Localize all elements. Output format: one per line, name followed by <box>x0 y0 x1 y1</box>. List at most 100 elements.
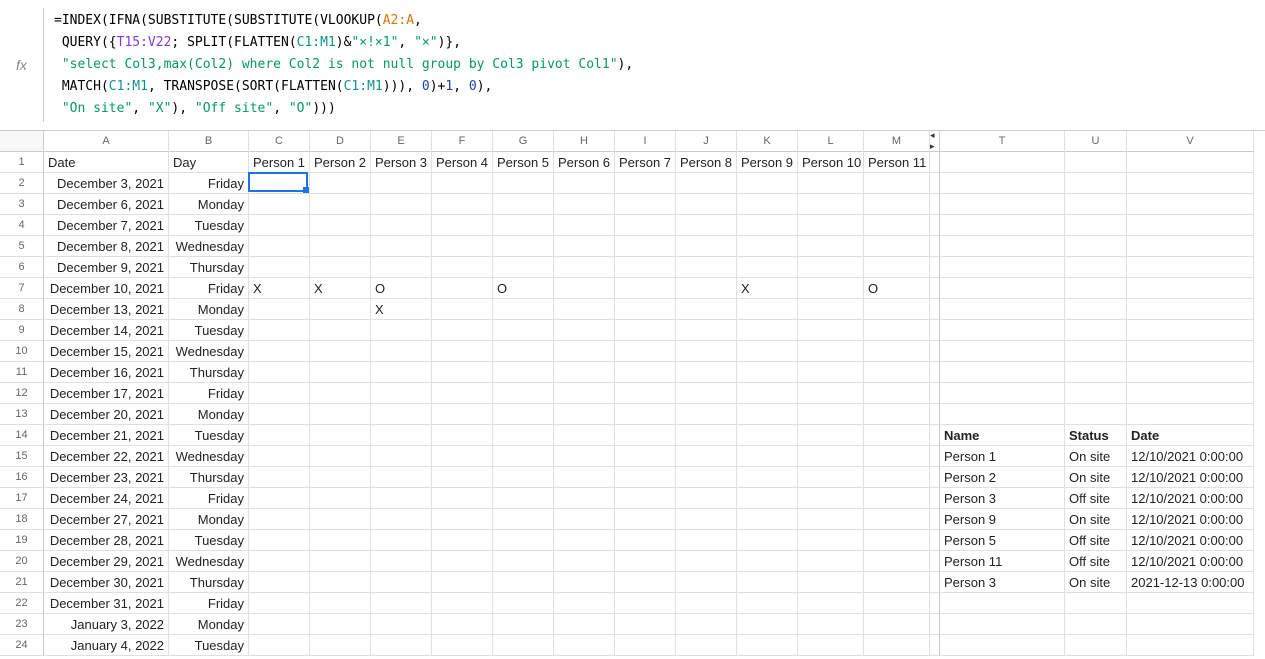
cell[interactable] <box>432 278 493 299</box>
cell[interactable] <box>249 404 310 425</box>
cell[interactable]: Person 3 <box>371 152 432 173</box>
cell[interactable]: Monday <box>169 509 249 530</box>
cell[interactable] <box>493 488 554 509</box>
row-header-4[interactable]: 4 <box>0 215 44 236</box>
cell[interactable] <box>432 320 493 341</box>
cell[interactable] <box>371 383 432 404</box>
cell[interactable] <box>864 509 930 530</box>
cell[interactable] <box>493 215 554 236</box>
cell[interactable] <box>615 509 676 530</box>
cell[interactable] <box>554 236 615 257</box>
cell[interactable] <box>1065 299 1127 320</box>
cell[interactable] <box>1127 635 1254 656</box>
cell[interactable]: December 22, 2021 <box>44 446 169 467</box>
cell[interactable] <box>249 635 310 656</box>
row-header-21[interactable]: 21 <box>0 572 44 593</box>
cell[interactable]: Date <box>44 152 169 173</box>
cell[interactable] <box>249 551 310 572</box>
cell[interactable] <box>940 173 1065 194</box>
cell[interactable]: 12/10/2021 0:00:00 <box>1127 509 1254 530</box>
cell[interactable]: On site <box>1065 572 1127 593</box>
cell[interactable]: 12/10/2021 0:00:00 <box>1127 488 1254 509</box>
cell[interactable] <box>493 383 554 404</box>
row-header-11[interactable]: 11 <box>0 362 44 383</box>
cell[interactable] <box>798 572 864 593</box>
cell[interactable]: 2021-12-13 0:00:00 <box>1127 572 1254 593</box>
cell[interactable] <box>493 236 554 257</box>
cell[interactable] <box>864 236 930 257</box>
cell[interactable] <box>371 467 432 488</box>
cell[interactable] <box>737 467 798 488</box>
cell[interactable] <box>371 530 432 551</box>
cell[interactable] <box>310 215 371 236</box>
cell[interactable] <box>432 467 493 488</box>
cell[interactable] <box>432 215 493 236</box>
cell[interactable] <box>371 425 432 446</box>
cell[interactable]: December 13, 2021 <box>44 299 169 320</box>
cell[interactable] <box>1127 341 1254 362</box>
cell[interactable] <box>432 635 493 656</box>
cell[interactable] <box>798 425 864 446</box>
cell[interactable]: Friday <box>169 278 249 299</box>
cell[interactable]: Wednesday <box>169 236 249 257</box>
cell[interactable] <box>371 215 432 236</box>
col-header-U[interactable]: U <box>1065 131 1127 152</box>
cell[interactable] <box>249 425 310 446</box>
cell[interactable] <box>940 593 1065 614</box>
cell[interactable] <box>1065 362 1127 383</box>
cell[interactable] <box>737 635 798 656</box>
cell[interactable] <box>676 404 737 425</box>
cell[interactable] <box>676 593 737 614</box>
cell[interactable] <box>371 509 432 530</box>
cell[interactable]: Wednesday <box>169 446 249 467</box>
cell[interactable] <box>493 530 554 551</box>
cell[interactable]: Day <box>169 152 249 173</box>
cell[interactable] <box>737 572 798 593</box>
cell[interactable]: Person 4 <box>432 152 493 173</box>
cell[interactable]: Friday <box>169 593 249 614</box>
cell[interactable] <box>432 614 493 635</box>
cell[interactable] <box>1065 236 1127 257</box>
cell[interactable] <box>554 446 615 467</box>
cell[interactable] <box>249 236 310 257</box>
cell[interactable] <box>310 509 371 530</box>
cell[interactable] <box>615 425 676 446</box>
cell[interactable] <box>432 488 493 509</box>
cell[interactable] <box>615 551 676 572</box>
cell[interactable] <box>249 320 310 341</box>
cell[interactable] <box>371 236 432 257</box>
cell[interactable]: 12/10/2021 0:00:00 <box>1127 551 1254 572</box>
cell[interactable] <box>310 404 371 425</box>
cell[interactable]: 12/10/2021 0:00:00 <box>1127 467 1254 488</box>
cell[interactable] <box>798 215 864 236</box>
cell[interactable] <box>940 320 1065 341</box>
cell[interactable] <box>615 320 676 341</box>
cell[interactable] <box>310 299 371 320</box>
cell[interactable] <box>798 635 864 656</box>
cell[interactable] <box>737 299 798 320</box>
cell[interactable] <box>432 362 493 383</box>
row-header-7[interactable]: 7 <box>0 278 44 299</box>
cell[interactable] <box>493 509 554 530</box>
cell[interactable] <box>615 362 676 383</box>
cell[interactable] <box>432 341 493 362</box>
cell[interactable] <box>676 446 737 467</box>
cell[interactable] <box>554 467 615 488</box>
cell[interactable] <box>493 362 554 383</box>
cell[interactable] <box>554 320 615 341</box>
cell[interactable] <box>310 362 371 383</box>
cell[interactable] <box>798 509 864 530</box>
cell[interactable] <box>1065 383 1127 404</box>
cell[interactable]: Friday <box>169 383 249 404</box>
cell[interactable] <box>737 509 798 530</box>
cell[interactable] <box>737 551 798 572</box>
cell[interactable] <box>798 404 864 425</box>
cell[interactable] <box>940 383 1065 404</box>
cell[interactable] <box>737 488 798 509</box>
cell[interactable] <box>554 509 615 530</box>
cell[interactable]: Person 6 <box>554 152 615 173</box>
cell[interactable] <box>940 215 1065 236</box>
cell[interactable]: Person 9 <box>940 509 1065 530</box>
cell[interactable] <box>371 593 432 614</box>
cell[interactable] <box>615 173 676 194</box>
